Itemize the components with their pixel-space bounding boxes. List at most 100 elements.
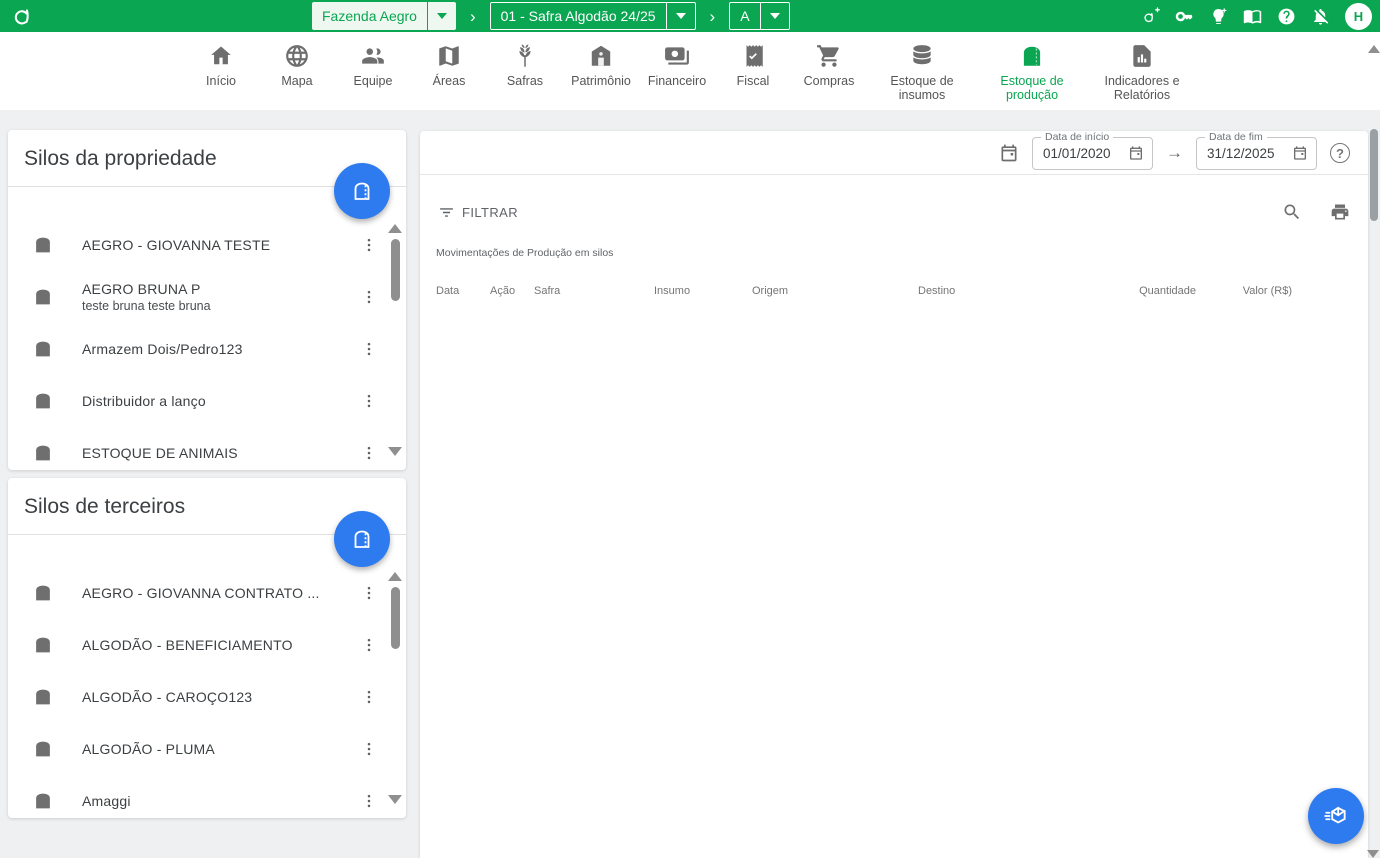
nav-item-estoque-de-produ-o[interactable]: Estoque de produção xyxy=(984,43,1080,103)
nav-item-fiscal[interactable]: Fiscal xyxy=(722,43,784,88)
item-menu-button[interactable] xyxy=(360,340,378,358)
item-menu-button[interactable] xyxy=(360,392,378,410)
nav-item-equipe[interactable]: Equipe xyxy=(342,43,404,88)
nav-item-safras[interactable]: Safras xyxy=(494,43,556,88)
silo-list-item-aegro-bruna-p[interactable]: AEGRO BRUNA P teste bruna teste bruna xyxy=(8,271,384,323)
farm-selector-caret[interactable] xyxy=(427,2,456,30)
scroll-down-icon[interactable] xyxy=(1367,850,1379,858)
nav-item-in-cio[interactable]: Início xyxy=(190,43,252,88)
page-scrollbar[interactable] xyxy=(1367,45,1380,858)
stack-icon xyxy=(909,43,935,69)
table-header: Data Ação Safra Insumo Origem Destino Qu… xyxy=(420,269,1368,313)
breadcrumb-chevron-icon: › xyxy=(470,8,476,25)
item-menu-button[interactable] xyxy=(360,740,378,758)
wheat-icon xyxy=(512,43,538,69)
calendar-icon[interactable] xyxy=(1128,145,1144,161)
topbar-actions: H xyxy=(1141,0,1372,32)
silo-filled-icon xyxy=(1019,43,1045,69)
silo-list-item-algod-o-caro-o123[interactable]: ALGODÃO - CAROÇO123 xyxy=(8,671,384,723)
nav-item-estoque-de-insumos[interactable]: Estoque de insumos xyxy=(874,43,970,103)
item-menu-button[interactable] xyxy=(360,792,378,810)
help-circle-icon[interactable] xyxy=(1277,7,1296,26)
lightbulb-plus-icon[interactable] xyxy=(1209,7,1228,26)
silo-list: AEGRO - GIOVANNA CONTRATO ... ALGODÃO - … xyxy=(8,542,384,818)
scroll-down-icon[interactable] xyxy=(388,447,402,456)
nav-item-mapa[interactable]: Mapa xyxy=(266,43,328,88)
silo-icon xyxy=(32,442,54,464)
silo-list-item-aegro-giovanna-contrato[interactable]: AEGRO - GIOVANNA CONTRATO ... xyxy=(8,567,384,619)
calendar-icon[interactable] xyxy=(1292,145,1308,161)
key-icon[interactable] xyxy=(1175,7,1194,26)
top-bar: Fazenda Aegro › 01 - Safra Algodão 24/25… xyxy=(0,0,1380,32)
farm-selector[interactable]: Fazenda Aegro xyxy=(312,2,456,30)
silo-list-item-distribuidor-a-lan-o[interactable]: Distribuidor a lanço xyxy=(8,375,384,427)
panel-scrollbar[interactable] xyxy=(387,224,403,456)
new-movement-button[interactable] xyxy=(1308,788,1364,844)
nav-item-compras[interactable]: Compras xyxy=(798,43,860,88)
start-date-field[interactable]: Data de início 01/01/2020 xyxy=(1032,137,1153,170)
nav-item-indicadores-e-relat-rios[interactable]: Indicadores e Relatórios xyxy=(1094,43,1190,103)
money-icon xyxy=(664,43,690,69)
subarea-selector[interactable]: A xyxy=(729,2,789,30)
scrollbar-thumb[interactable] xyxy=(391,587,400,649)
aegro-plus-icon[interactable] xyxy=(1141,7,1160,26)
add-silo-button[interactable] xyxy=(334,511,390,567)
aegro-logo-icon[interactable] xyxy=(10,3,36,29)
item-menu-button[interactable] xyxy=(360,688,378,706)
silo-list-item-algod-o-pluma[interactable]: ALGODÃO - PLUMA xyxy=(8,723,384,775)
item-menu-button[interactable] xyxy=(360,584,378,602)
print-icon[interactable] xyxy=(1330,202,1350,222)
season-selector[interactable]: 01 - Safra Algodão 24/25 xyxy=(490,2,696,30)
silo-list-item-aegro-giovanna-teste[interactable]: AEGRO - GIOVANNA TESTE xyxy=(8,219,384,271)
report-icon xyxy=(1129,43,1155,69)
item-menu-button[interactable] xyxy=(360,636,378,654)
user-avatar[interactable]: H xyxy=(1345,3,1372,30)
item-menu-button[interactable] xyxy=(360,288,378,306)
silo-list: AEGRO - GIOVANNA TESTE AEGRO BRUNA P tes… xyxy=(8,194,384,470)
scrollbar-thumb[interactable] xyxy=(1370,129,1378,221)
item-menu-button[interactable] xyxy=(360,236,378,254)
silo-list-item-estoque-de-animais[interactable]: ESTOQUE DE ANIMAIS xyxy=(8,427,384,470)
scrollbar-thumb[interactable] xyxy=(391,239,400,301)
filter-button[interactable]: FILTRAR xyxy=(438,204,518,221)
production-stock-panel: Data de início 01/01/2020 → Data de fim … xyxy=(420,131,1368,858)
silo-icon xyxy=(32,286,54,308)
calendar-icon[interactable] xyxy=(999,143,1019,163)
search-icon[interactable] xyxy=(1282,202,1302,222)
scroll-down-icon[interactable] xyxy=(388,795,402,804)
scroll-up-icon[interactable] xyxy=(388,224,402,233)
book-icon[interactable] xyxy=(1243,7,1262,26)
nav-item-financeiro[interactable]: Financeiro xyxy=(646,43,708,88)
nav-item-reas[interactable]: Áreas xyxy=(418,43,480,88)
silo-list-item-algod-o-beneficiamento[interactable]: ALGODÃO - BENEFICIAMENTO xyxy=(8,619,384,671)
people-icon xyxy=(360,43,386,69)
silo-list-item-amaggi[interactable]: Amaggi xyxy=(8,775,384,818)
moving-package-icon xyxy=(1323,803,1349,829)
silo-list-item-armazem-dois-pedro123[interactable]: Armazem Dois/Pedro123 xyxy=(8,323,384,375)
silo-icon xyxy=(32,234,54,256)
scroll-up-icon[interactable] xyxy=(1368,45,1380,53)
scroll-up-icon[interactable] xyxy=(388,572,402,581)
end-date-label: Data de fim xyxy=(1205,131,1267,143)
help-icon[interactable]: ? xyxy=(1330,143,1350,163)
season-selector-caret[interactable] xyxy=(666,3,695,29)
farm-selector-label: Fazenda Aegro xyxy=(312,2,427,30)
silo-icon xyxy=(32,390,54,412)
silo-icon xyxy=(350,527,374,551)
subarea-selector-caret[interactable] xyxy=(760,3,789,29)
breadcrumb: Fazenda Aegro › 01 - Safra Algodão 24/25… xyxy=(312,0,790,32)
panel-scrollbar[interactable] xyxy=(387,572,403,804)
table-caption: Movimentações de Produção em silos xyxy=(420,235,1368,259)
globe-icon xyxy=(284,43,310,69)
start-date-value[interactable]: 01/01/2020 xyxy=(1043,146,1122,161)
end-date-value[interactable]: 31/12/2025 xyxy=(1207,146,1286,161)
add-silo-button[interactable] xyxy=(334,163,390,219)
item-menu-button[interactable] xyxy=(360,444,378,462)
third-party-silos-panel: Silos de terceiros AEGRO - GIOVANNA CONT… xyxy=(8,478,406,818)
end-date-field[interactable]: Data de fim 31/12/2025 xyxy=(1196,137,1317,170)
silo-icon xyxy=(32,790,54,812)
receipt-icon xyxy=(740,43,766,69)
bell-slash-icon[interactable] xyxy=(1311,7,1330,26)
nav-item-patrim-nio[interactable]: Patrimônio xyxy=(570,43,632,88)
map-icon xyxy=(436,43,462,69)
